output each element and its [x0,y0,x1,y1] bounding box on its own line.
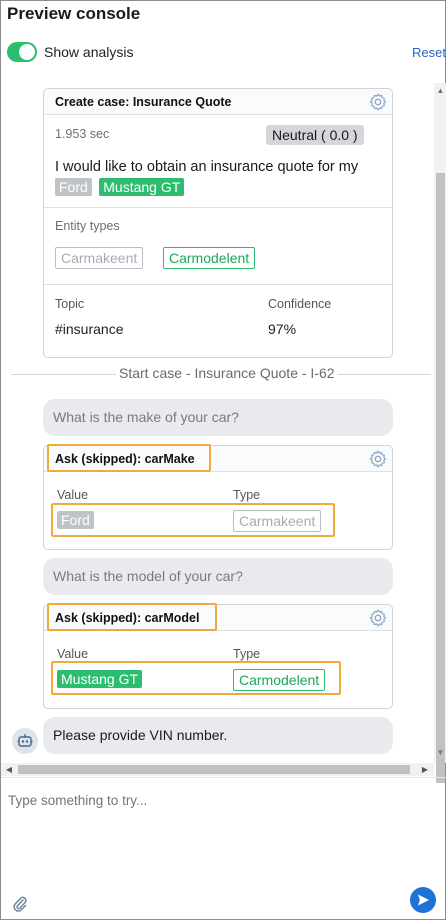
horizontal-scrollbar[interactable]: ◀ ▶ [1,763,434,776]
highlight-box [51,661,341,695]
bot-icon [17,734,33,747]
scroll-right-arrow-icon[interactable]: ▶ [419,763,431,776]
topic-value: #insurance [55,321,124,337]
divider [44,207,392,208]
scrollbar-thumb[interactable] [436,173,445,783]
reset-link[interactable]: Reset [412,45,446,60]
scroll-down-arrow-icon[interactable]: ▼ [434,747,446,759]
send-button[interactable] [410,887,436,913]
confidence-value: 97% [268,321,297,337]
utterance-text: I would like to obtain an insurance quot… [55,159,359,175]
value-label: Value [57,647,89,661]
case-start-separator: Start case - Insurance Quote - I-62 [116,365,338,381]
scroll-up-arrow-icon[interactable]: ▲ [434,85,446,97]
message-question-make: What is the make of your car? [43,399,393,436]
entity-value-make: Ford [55,178,92,196]
send-icon [418,894,429,906]
gear-icon[interactable] [368,608,388,628]
analysis-card-header: Create case: Insurance Quote [44,89,392,115]
highlight-box [47,444,211,472]
page-title: Preview console [7,4,141,23]
vertical-scrollbar[interactable]: ▲ ▼ [434,83,446,783]
message-bot-vin: Please provide VIN number. [43,717,393,754]
highlight-box [51,503,335,537]
analysis-card: Create case: Insurance Quote 1.953 sec N… [43,88,393,358]
message-composer [1,777,446,920]
preview-console: Preview console Show analysis Reset Crea… [0,0,446,920]
processing-time: 1.953 sec [55,127,110,141]
confidence-label: Confidence [268,297,332,311]
type-label: Type [233,488,261,502]
bot-avatar [12,728,38,754]
toggle-knob [19,44,35,60]
entity-type-make: Carmakeent [55,247,144,269]
gear-icon[interactable] [368,449,388,469]
show-analysis-row: Show analysis [7,42,134,62]
entity-value-model: Mustang GT [99,178,185,196]
entity-type-model: Carmodelent [163,247,256,269]
paperclip-icon[interactable] [12,895,28,913]
topic-label: Topic [55,297,85,311]
message-input[interactable] [8,793,408,808]
entity-types-label: Entity types [55,219,120,233]
gear-icon[interactable] [368,92,388,112]
highlight-box [47,603,217,631]
sentiment-badge: Neutral ( 0.0 ) [266,125,364,145]
message-question-model: What is the model of your car? [43,558,393,595]
entity-value-row: Ford Mustang GT [55,178,185,197]
value-label: Value [57,488,89,502]
scrollbar-thumb[interactable] [18,765,410,774]
divider [44,284,392,285]
analysis-card-title: Create case: Insurance Quote [55,95,232,109]
show-analysis-toggle[interactable] [7,42,37,62]
type-label: Type [233,647,261,661]
scroll-left-arrow-icon[interactable]: ◀ [3,763,15,776]
show-analysis-label: Show analysis [44,44,134,60]
